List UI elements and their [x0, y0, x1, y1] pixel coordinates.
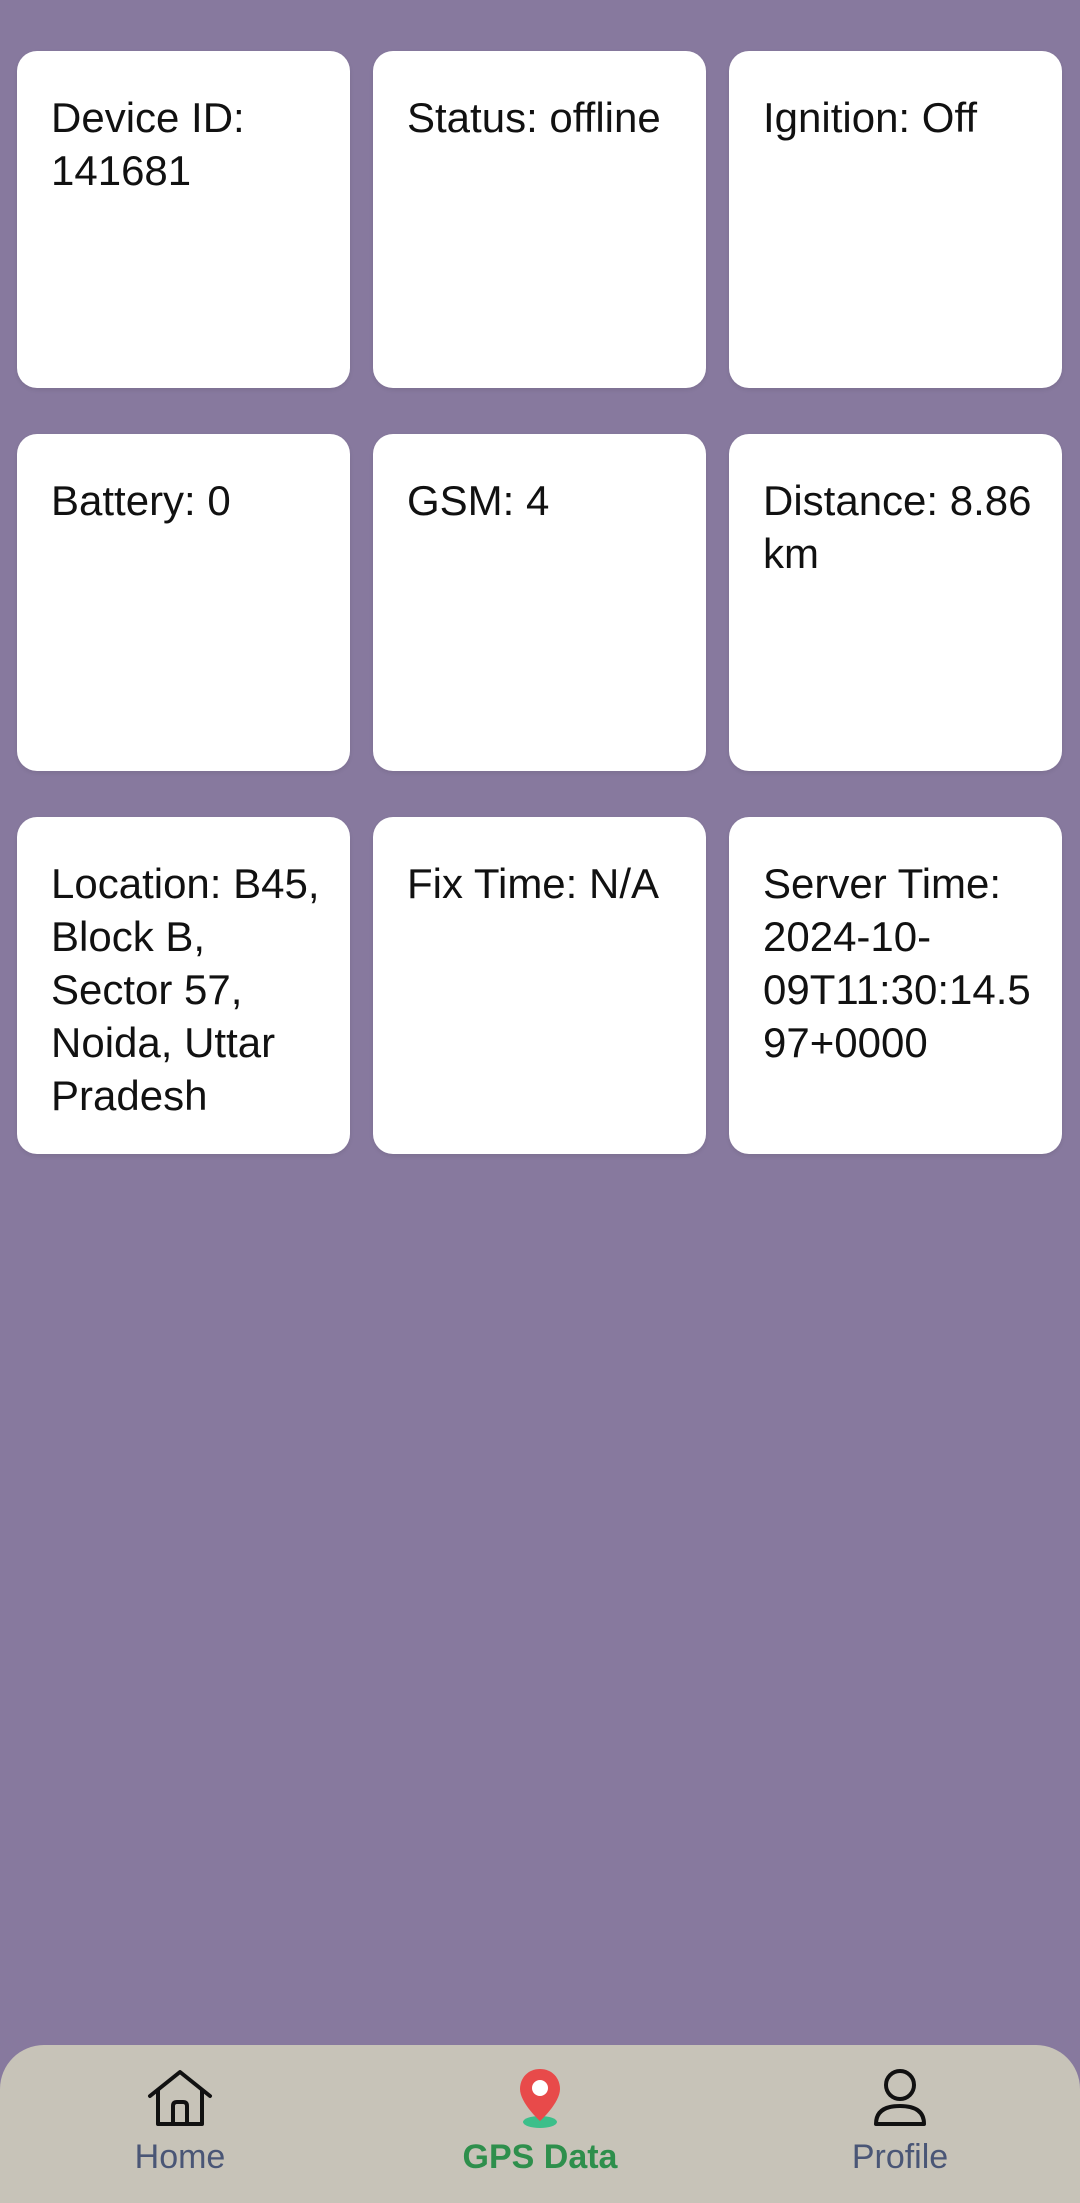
gps-data-grid: Device ID: 141681 Status: offline Igniti… [17, 51, 1063, 1154]
person-icon [860, 2065, 940, 2131]
nav-label-gps-data: GPS Data [462, 2138, 618, 2176]
status-card: Status: offline [373, 51, 706, 388]
location-card: Location: B45, Block B, Sector 57, Noida… [17, 817, 350, 1154]
fix-time-card: Fix Time: N/A [373, 817, 706, 1154]
nav-item-home[interactable]: Home [0, 2045, 360, 2177]
map-pin-icon [500, 2065, 580, 2131]
server-time-card: Server Time: 2024-10-09T11:30:14.597+000… [729, 817, 1062, 1154]
nav-item-profile[interactable]: Profile [720, 2045, 1080, 2177]
device-id-card: Device ID: 141681 [17, 51, 350, 388]
bottom-nav-bar: Home GPS Data Profile [0, 2045, 1080, 2203]
nav-label-profile: Profile [851, 2138, 949, 2176]
battery-card: Battery: 0 [17, 434, 350, 771]
nav-item-gps-data[interactable]: GPS Data [360, 2045, 720, 2177]
home-icon [140, 2065, 220, 2131]
nav-label-home: Home [134, 2138, 226, 2176]
distance-card: Distance: 8.86 km [729, 434, 1062, 771]
gsm-card: GSM: 4 [373, 434, 706, 771]
ignition-card: Ignition: Off [729, 51, 1062, 388]
